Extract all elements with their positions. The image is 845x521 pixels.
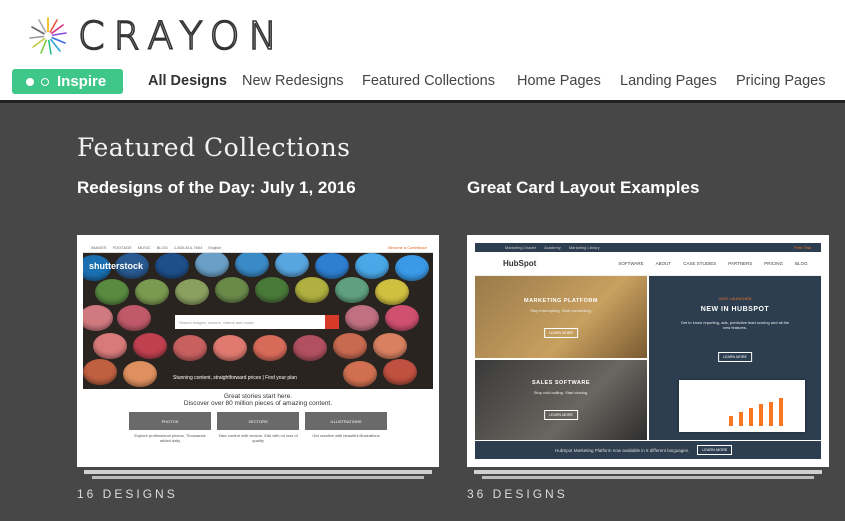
preview-topbar: IMAGES FOOTAGE MUSIC BLOG 1-800-814-7604… — [83, 243, 433, 253]
design-count: 16 DESIGNS — [77, 487, 178, 501]
card-stack-edge — [482, 476, 814, 479]
inspire-toggle-button[interactable]: Inspire — [12, 69, 123, 94]
inspire-label: Inspire — [57, 73, 107, 90]
brand-wordmark: CRAYON — [77, 14, 286, 58]
hubspot-logo: HubSpot — [503, 259, 537, 268]
main-nav: Inspire All Designs New Redesigns Featur… — [0, 68, 845, 98]
card-stack-edge — [84, 470, 432, 474]
preview-search-box: Search images, vectors, videos and music — [175, 315, 325, 329]
preview-hero-palette: shutterstock Search images, vectors, vid… — [83, 253, 433, 389]
featured-collections-section: Featured Collections Redesigns of the Da… — [0, 103, 845, 521]
nav-item-pricing-pages[interactable]: Pricing Pages — [736, 73, 825, 89]
preview-search-icon — [325, 315, 339, 329]
collection-title[interactable]: Redesigns of the Day: July 1, 2016 — [77, 178, 356, 198]
collection-card[interactable]: Marketing Grader Academy Marketing Libra… — [467, 235, 829, 467]
toggle-dot-filled-icon — [26, 77, 34, 86]
toggle-dot-outline-icon — [41, 77, 49, 86]
site-header: CRAYON Inspire All Designs New Redesigns… — [0, 0, 845, 103]
nav-item-landing-pages[interactable]: Landing Pages — [620, 73, 717, 89]
dashboard-screenshot — [679, 380, 805, 432]
nav-item-home-pages[interactable]: Home Pages — [517, 73, 601, 89]
hubspot-preview-image: Marketing Grader Academy Marketing Libra… — [475, 243, 821, 459]
crayon-burst-icon — [29, 17, 67, 55]
design-count: 36 DESIGNS — [467, 487, 568, 501]
nav-item-new-redesigns[interactable]: New Redesigns — [242, 73, 344, 89]
shutterstock-preview-image: IMAGES FOOTAGE MUSIC BLOG 1-800-814-7604… — [83, 243, 433, 461]
card-stack-edge — [92, 476, 424, 479]
collection-title[interactable]: Great Card Layout Examples — [467, 178, 699, 198]
nav-item-all-designs[interactable]: All Designs — [148, 73, 227, 89]
shutterstock-logo: shutterstock — [89, 261, 144, 271]
crayon-logo[interactable]: CRAYON — [28, 14, 286, 58]
card-stack-edge — [474, 470, 822, 474]
section-title: Featured Collections — [77, 133, 351, 162]
collection-card[interactable]: IMAGES FOOTAGE MUSIC BLOG 1-800-814-7604… — [77, 235, 439, 467]
nav-item-featured-collections[interactable]: Featured Collections — [362, 73, 495, 89]
